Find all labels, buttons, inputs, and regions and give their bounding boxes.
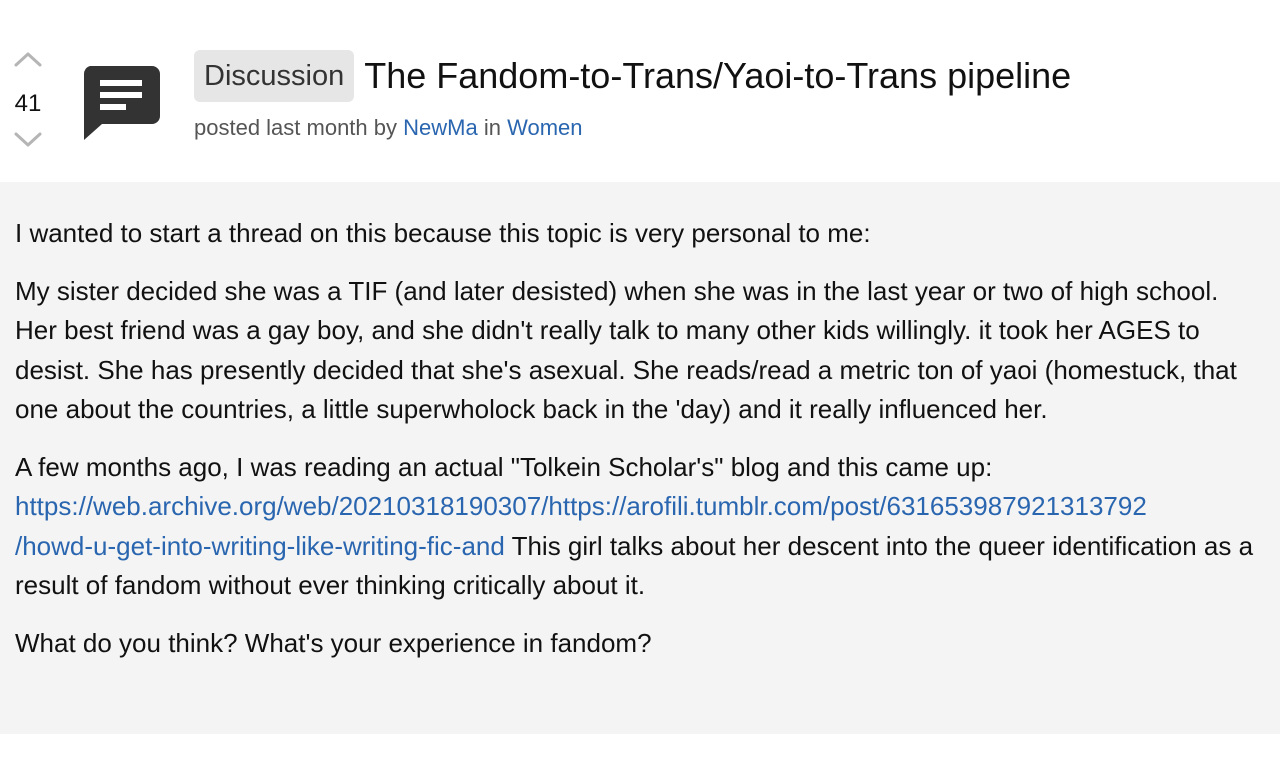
archive-link-line-1[interactable]: https://web.archive.org/web/202103181903…	[15, 491, 1147, 521]
community-link[interactable]: Women	[507, 115, 582, 140]
vote-column: 41	[8, 44, 48, 156]
meta-prefix: posted last month by	[194, 115, 398, 140]
body-paragraph-1: I wanted to start a thread on this becau…	[15, 218, 871, 248]
post-header: 41 Discussion The Fandom-to-Trans/Yaoi-t…	[0, 0, 1280, 182]
body-paragraph-2: My sister decided she was a TIF (and lat…	[15, 275, 1237, 425]
upvote-button[interactable]	[12, 46, 44, 70]
post-meta: posted last month by NewMa in Women	[194, 114, 583, 142]
chevron-down-icon	[14, 132, 42, 147]
post-title[interactable]: The Fandom-to-Trans/Yaoi-to-Trans pipeli…	[364, 50, 1071, 102]
archive-link-line-2[interactable]: /howd-u-get-into-writing-like-writing-fi…	[15, 531, 505, 561]
paragraph-3-intro: A few months ago, I was reading an actua…	[15, 451, 993, 482]
author-link[interactable]: NewMa	[403, 115, 478, 140]
title-row: Discussion The Fandom-to-Trans/Yaoi-to-T…	[194, 50, 1071, 102]
meta-in: in	[483, 115, 501, 140]
post-thumbnail[interactable]	[82, 66, 160, 142]
post-content: I wanted to start a thread on this becau…	[15, 214, 1265, 681]
vote-score: 41	[14, 90, 42, 117]
downvote-button[interactable]	[12, 128, 44, 152]
body-paragraph-3: A few months ago, I was reading an actua…	[15, 448, 1265, 606]
chevron-up-icon	[14, 52, 42, 67]
post-body: I wanted to start a thread on this becau…	[0, 182, 1280, 734]
body-paragraph-4: What do you think? What's your experienc…	[15, 627, 652, 658]
post-page: 41 Discussion The Fandom-to-Trans/Yaoi-t…	[0, 0, 1280, 762]
text-post-icon	[83, 66, 160, 140]
flair-badge[interactable]: Discussion	[194, 50, 355, 102]
